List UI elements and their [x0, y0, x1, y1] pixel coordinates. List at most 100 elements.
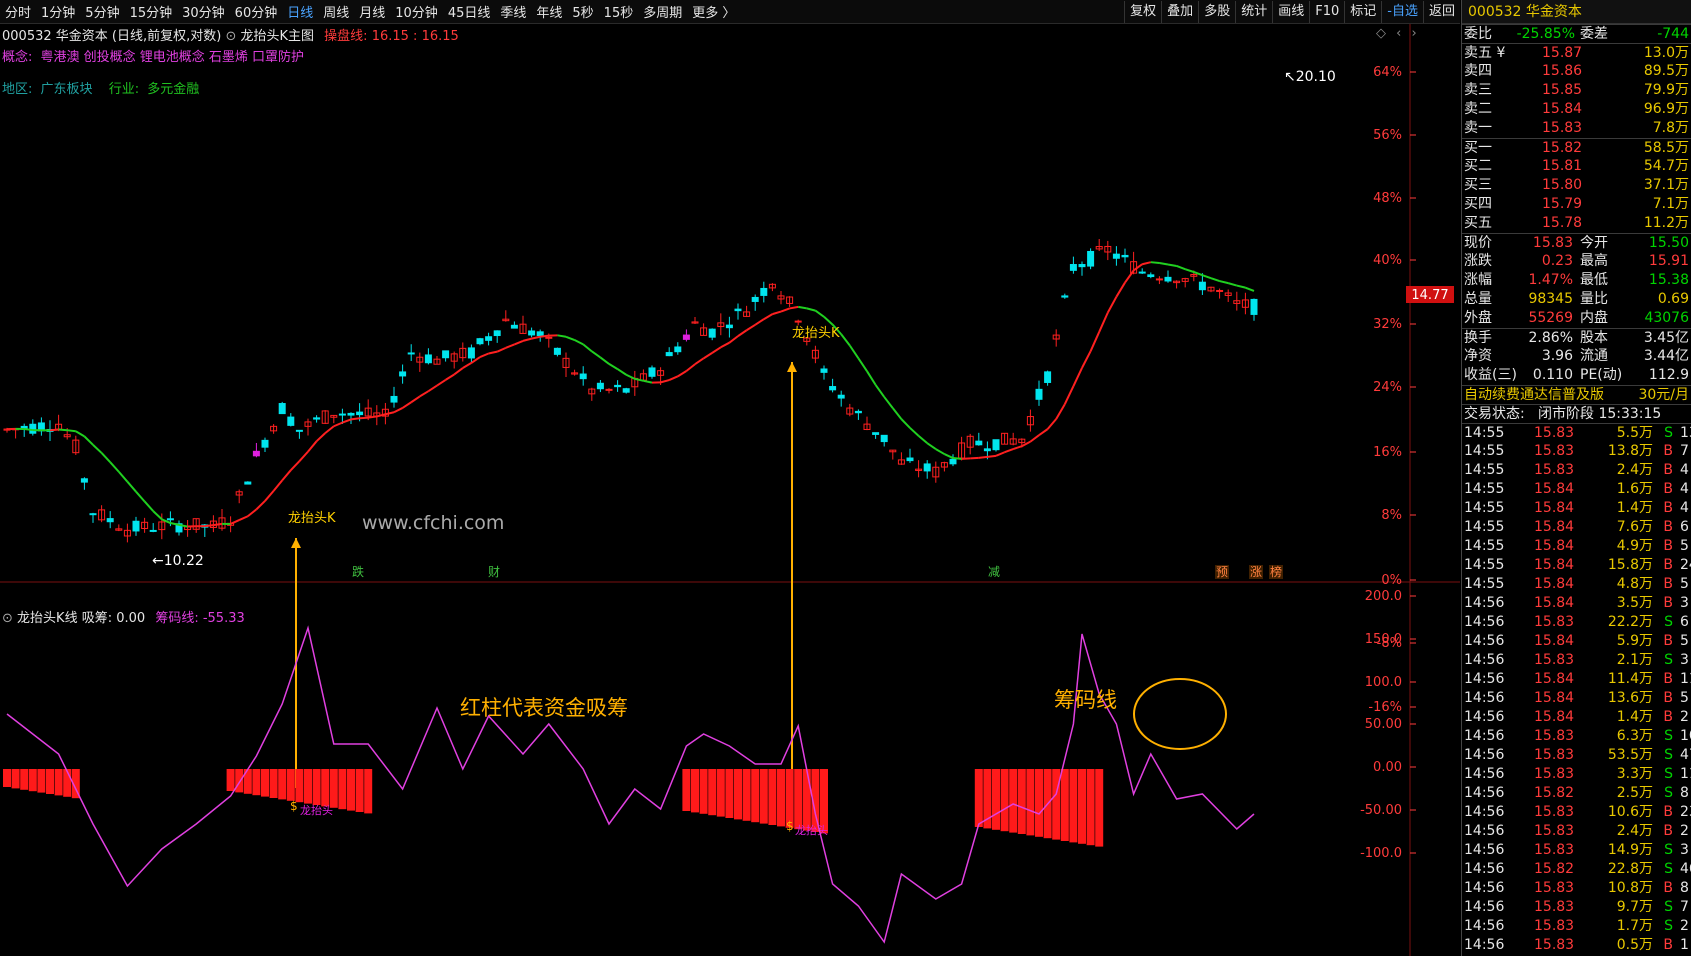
candle-body[interactable]	[252, 450, 260, 457]
settings-icon[interactable]: ⊙	[2, 611, 13, 626]
tick-row[interactable]: 14:56 15.84 5.9万 B 5	[1462, 632, 1691, 651]
candle-body[interactable]	[579, 373, 587, 380]
candle-body[interactable]	[442, 350, 450, 359]
candle-body[interactable]	[510, 324, 518, 329]
candle-body[interactable]	[261, 439, 269, 448]
candle-body[interactable]	[648, 367, 656, 377]
candle-body[interactable]	[725, 324, 733, 329]
candle-body[interactable]	[295, 429, 303, 432]
candle-body[interactable]	[89, 513, 97, 516]
tick-row[interactable]: 14:55 15.84 4.9万 B 5	[1462, 537, 1691, 556]
tab-9[interactable]: 10分钟	[390, 2, 443, 21]
tool-button-5[interactable]: F10	[1309, 1, 1344, 23]
tool-button-4[interactable]: 画线	[1272, 1, 1309, 23]
candle-body[interactable]	[854, 410, 862, 414]
candle-body[interactable]	[614, 384, 622, 388]
candle-body[interactable]	[1087, 250, 1095, 267]
candle-body[interactable]	[313, 417, 321, 420]
candle-body[interactable]	[949, 458, 957, 465]
candle-body[interactable]	[1138, 271, 1146, 274]
tab-15[interactable]: 多周期	[638, 2, 687, 21]
candle-body[interactable]	[1155, 278, 1163, 281]
candle-body[interactable]	[390, 395, 398, 403]
tab-7[interactable]: 周线	[318, 2, 354, 21]
tab-14[interactable]: 15秒	[599, 2, 639, 21]
candle-body[interactable]	[166, 518, 174, 521]
tick-row[interactable]: 14:56 15.83 1.7万 S 2	[1462, 917, 1691, 936]
tab-6[interactable]: 日线	[282, 2, 318, 21]
candle-body[interactable]	[1198, 281, 1206, 291]
candle-body[interactable]	[485, 336, 493, 341]
kline-svg[interactable]: 64%56%48%40%32%24%16%8%0%-8%-16%14.77200…	[0, 24, 1460, 956]
tick-row[interactable]: 14:55 15.84 7.6万 B 6	[1462, 518, 1691, 537]
region-value[interactable]: 广东板块	[41, 82, 93, 97]
candle-body[interactable]	[149, 529, 157, 532]
candle-body[interactable]	[992, 439, 1000, 451]
tick-row[interactable]: 14:56 15.82 22.8万 S 46	[1462, 860, 1691, 879]
tick-row[interactable]: 14:56 15.83 3.3万 S 11	[1462, 765, 1691, 784]
candle-body[interactable]	[880, 434, 888, 443]
candle-body[interactable]	[734, 308, 742, 312]
candle-body[interactable]	[872, 432, 880, 435]
candle-body[interactable]	[1112, 253, 1120, 259]
candle-body[interactable]	[1061, 295, 1069, 298]
indicator-name[interactable]: 龙抬头K主图	[241, 29, 315, 44]
tool-button-0[interactable]: 复权	[1124, 1, 1161, 23]
candle-body[interactable]	[424, 354, 432, 364]
candle-body[interactable]	[794, 320, 802, 323]
tab-3[interactable]: 15分钟	[125, 2, 178, 21]
candle-body[interactable]	[278, 403, 286, 415]
tick-row[interactable]: 14:56 15.83 10.8万 B 8	[1462, 879, 1691, 898]
tick-row[interactable]: 14:55 15.84 4.8万 B 5	[1462, 575, 1691, 594]
candle-body[interactable]	[467, 347, 475, 359]
tab-16[interactable]: 更多 〉	[687, 2, 740, 21]
tick-row[interactable]: 14:56 15.82 2.5万 S 8	[1462, 784, 1691, 803]
tick-row[interactable]: 14:56 15.83 2.4万 B 2	[1462, 822, 1691, 841]
candle-body[interactable]	[820, 368, 828, 373]
tick-row[interactable]: 14:56 15.83 22.2万 S 6	[1462, 613, 1691, 632]
candle-body[interactable]	[545, 336, 553, 339]
tool-button-3[interactable]: 统计	[1235, 1, 1272, 23]
candle-body[interactable]	[837, 394, 845, 399]
tab-8[interactable]: 月线	[354, 2, 390, 21]
candle-body[interactable]	[1035, 388, 1043, 400]
candle-body[interactable]	[287, 416, 295, 426]
tick-row[interactable]: 14:56 15.83 2.1万 S 3	[1462, 651, 1691, 670]
candle-body[interactable]	[674, 346, 682, 353]
candle-body[interactable]	[29, 423, 37, 434]
candle-body[interactable]	[132, 520, 140, 532]
chevron-right-icon[interactable]: ›	[1411, 26, 1416, 41]
tab-0[interactable]: 分时	[0, 2, 36, 21]
candle-body[interactable]	[399, 371, 407, 377]
candle-body[interactable]	[476, 338, 484, 345]
tool-button-6[interactable]: 标记	[1344, 1, 1381, 23]
tick-row[interactable]: 14:55 15.83 13.8万 B 7	[1462, 442, 1691, 461]
candle-body[interactable]	[605, 388, 613, 391]
tool-button-2[interactable]: 多股	[1198, 1, 1235, 23]
candle-body[interactable]	[1216, 289, 1224, 292]
candle-body[interactable]	[536, 331, 544, 337]
tick-row[interactable]: 14:56 15.83 53.5万 S 47	[1462, 746, 1691, 765]
tick-row[interactable]: 14:55 15.84 1.4万 B 4	[1462, 499, 1691, 518]
candle-body[interactable]	[665, 352, 673, 357]
kline-chart-area[interactable]: 64% 56% 48% 40% 32% 24% 16% 8% 0% -8% -16% 14.77 200…	[0, 24, 1460, 956]
tick-row[interactable]: 14:55 15.84 15.8万 B 24	[1462, 556, 1691, 575]
tick-row[interactable]: 14:55 15.84 1.6万 B 4	[1462, 480, 1691, 499]
candle-body[interactable]	[596, 382, 604, 390]
candle-body[interactable]	[1069, 264, 1077, 271]
tab-10[interactable]: 45日线	[443, 2, 496, 21]
tool-button-1[interactable]: 叠加	[1161, 1, 1198, 23]
tool-button-8[interactable]: 返回	[1422, 1, 1460, 23]
candle-body[interactable]	[1250, 298, 1258, 315]
tick-row[interactable]: 14:56 15.84 11.4万 B 11	[1462, 670, 1691, 689]
tick-row[interactable]: 14:56 15.83 6.3万 S 10	[1462, 727, 1691, 746]
candle-body[interactable]	[106, 518, 114, 523]
candle-body[interactable]	[906, 457, 914, 462]
tab-12[interactable]: 年线	[531, 2, 567, 21]
tab-2[interactable]: 5分钟	[80, 2, 124, 21]
tick-row[interactable]: 14:56 15.83 0.5万 B 1	[1462, 936, 1691, 955]
candle-body[interactable]	[708, 328, 716, 338]
tab-13[interactable]: 5秒	[567, 2, 598, 21]
candle-body[interactable]	[1044, 371, 1052, 383]
candle-body[interactable]	[829, 386, 837, 391]
